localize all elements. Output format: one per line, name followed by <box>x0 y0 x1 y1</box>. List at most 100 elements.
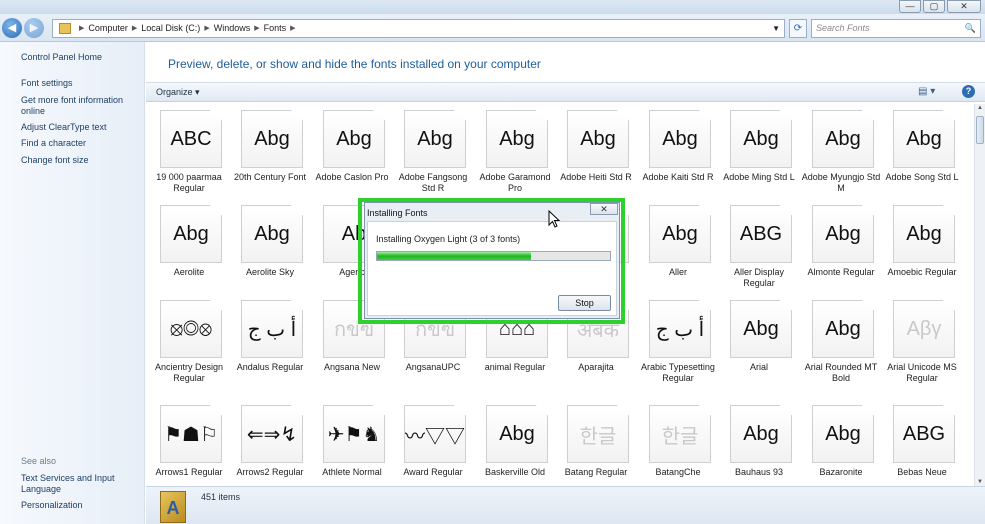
sidebar-link-more-font-info[interactable]: Get more font information online <box>21 95 136 117</box>
scroll-thumb[interactable] <box>976 116 984 144</box>
font-preview-icon: Abg <box>730 110 792 168</box>
font-tile[interactable]: Abg Bazaronite <box>802 399 880 486</box>
breadcrumb-fonts[interactable]: Fonts <box>264 20 287 37</box>
dialog-close-button[interactable]: ✕ <box>590 203 618 215</box>
font-preview-icon: Abg <box>323 110 385 168</box>
font-label: Arrows1 Regular <box>155 467 223 477</box>
address-bar[interactable]: ▶ Computer ▶ Local Disk (C:) ▶ Windows ▶… <box>52 19 785 38</box>
font-tile[interactable]: Abg Almonte Regular <box>802 199 880 293</box>
status-bar: A 451 items <box>146 486 985 524</box>
breadcrumb-separator: ▶ <box>290 25 296 32</box>
font-preview-icon: ⇐⇒↯ <box>241 405 303 463</box>
font-label: Athlete Normal <box>322 467 382 477</box>
font-preview-icon: ⚑☗⚐ <box>160 405 222 463</box>
view-options-icon[interactable]: ▤ ▾ <box>918 86 935 97</box>
address-dropdown-icon[interactable]: ▼ <box>772 20 780 37</box>
font-tile[interactable]: 한글 Batang Regular <box>557 399 635 486</box>
font-preview-icon: ABG <box>730 205 792 263</box>
font-tile[interactable]: Abg Bauhaus 93 <box>720 399 798 486</box>
font-tile[interactable]: Abg Baskerville Old <box>476 399 554 486</box>
minimize-button[interactable]: — <box>899 0 921 13</box>
font-preview-icon: ⦻◎⊗ <box>160 300 222 358</box>
font-tile[interactable]: أ ب ج Andalus Regular <box>231 294 309 388</box>
help-icon[interactable]: ? <box>962 85 975 98</box>
close-window-button[interactable]: ✕ <box>947 0 981 13</box>
font-label: 19 000 paarmaa Regular <box>156 172 222 193</box>
organize-menu[interactable]: Organize ▾ <box>156 87 200 98</box>
font-label: Ancientry Design Regular <box>154 362 224 383</box>
sidebar-link-text-services[interactable]: Text Services and Input Language <box>21 473 136 495</box>
font-preview-icon: Abg <box>241 205 303 263</box>
maximize-button[interactable]: ▢ <box>923 0 945 13</box>
breadcrumb-computer[interactable]: Computer <box>88 20 128 37</box>
font-tile[interactable]: أ ب ج Arabic Typesetting Regular <box>639 294 717 388</box>
font-label: Almonte Regular <box>807 267 875 277</box>
font-tile[interactable]: 한글 BatangChe <box>639 399 717 486</box>
font-preview-icon: أ ب ج <box>649 300 711 358</box>
stop-button[interactable]: Stop <box>558 295 611 311</box>
font-tile[interactable]: Abg Arial Rounded MT Bold <box>802 294 880 388</box>
back-button[interactable]: ◀ <box>2 18 22 38</box>
font-preview-icon: Abg <box>812 300 874 358</box>
font-preview-icon: Abg <box>730 405 792 463</box>
search-icon[interactable]: 🔍 <box>965 20 976 37</box>
font-tile[interactable]: ABC 19 000 paarmaa Regular <box>150 104 228 198</box>
font-tile[interactable]: Abg Adobe Caslon Pro <box>313 104 391 198</box>
font-label: Adobe Caslon Pro <box>315 172 389 182</box>
font-tile[interactable]: ABG Aller Display Regular <box>720 199 798 293</box>
font-label: Adobe Song Std L <box>885 172 959 182</box>
sidebar-link-personalization[interactable]: Personalization <box>21 500 136 511</box>
font-tile[interactable]: Abg Amoebic Regular <box>883 199 961 293</box>
font-label: Amoebic Regular <box>887 267 957 277</box>
font-tile[interactable]: Abg Adobe Fangsong Std R <box>394 104 472 198</box>
search-input[interactable]: Search Fonts 🔍 <box>811 19 981 38</box>
font-tile[interactable]: Abg Adobe Myungjo Std M <box>802 104 880 198</box>
font-tile[interactable]: Abg Aerolite <box>150 199 228 293</box>
font-tile[interactable]: Abg Adobe Garamond Pro <box>476 104 554 198</box>
font-label: Arabic Typesetting Regular <box>641 362 715 383</box>
breadcrumb-local-disk[interactable]: Local Disk (C:) <box>141 20 200 37</box>
font-tile[interactable]: ⦻◎⊗ Ancientry Design Regular <box>150 294 228 388</box>
sidebar-link-font-settings[interactable]: Font settings <box>21 78 136 89</box>
font-tile[interactable]: Abg Aller <box>639 199 717 293</box>
font-label: Adobe Fangsong Std R <box>398 172 468 193</box>
font-tile[interactable]: Abg Arial <box>720 294 798 388</box>
font-tile[interactable]: Αβγ Arial Unicode MS Regular <box>883 294 961 388</box>
font-preview-icon: Abg <box>649 110 711 168</box>
sidebar-link-control-panel-home[interactable]: Control Panel Home <box>21 52 136 63</box>
font-label: animal Regular <box>484 362 546 372</box>
sidebar-link-find-character[interactable]: Find a character <box>21 138 136 149</box>
font-tile[interactable]: Abg Aerolite Sky <box>231 199 309 293</box>
breadcrumb-windows[interactable]: Windows <box>214 20 251 37</box>
font-preview-icon: Abg <box>649 205 711 263</box>
font-tile[interactable]: ✈⚑♞ Athlete Normal <box>313 399 391 486</box>
font-label: Arial Rounded MT Bold <box>804 362 878 383</box>
scroll-down-icon[interactable]: ▼ <box>975 479 985 485</box>
font-preview-icon: 한글 <box>567 405 629 463</box>
font-label: Angsana New <box>323 362 381 372</box>
font-label: Arrows2 Regular <box>236 467 304 477</box>
font-preview-icon: Abg <box>160 205 222 263</box>
forward-button[interactable]: ▶ <box>24 18 44 38</box>
font-tile[interactable]: Abg 20th Century Font <box>231 104 309 198</box>
font-preview-icon: Abg <box>567 110 629 168</box>
font-label: Adobe Garamond Pro <box>479 172 551 193</box>
sidebar-link-cleartype[interactable]: Adjust ClearType text <box>21 122 136 133</box>
font-tile[interactable]: ⇐⇒↯ Arrows2 Regular <box>231 399 309 486</box>
font-tile[interactable]: Abg Adobe Song Std L <box>883 104 961 198</box>
font-tile[interactable]: ⚑☗⚐ Arrows1 Regular <box>150 399 228 486</box>
refresh-icon[interactable]: ⟳ <box>789 19 807 38</box>
font-tile[interactable]: Abg Adobe Ming Std L <box>720 104 798 198</box>
font-label: Andalus Regular <box>236 362 304 372</box>
scroll-up-icon[interactable]: ▲ <box>975 105 985 111</box>
font-tile[interactable]: Abg Adobe Kaiti Std R <box>639 104 717 198</box>
vertical-scrollbar[interactable]: ▲ ▼ <box>974 104 985 486</box>
font-tile[interactable]: ABG Bebas Neue <box>883 399 961 486</box>
sidebar-link-font-size[interactable]: Change font size <box>21 155 136 166</box>
mouse-cursor-icon <box>548 210 561 228</box>
font-label: Aparajita <box>578 362 614 372</box>
font-tile[interactable]: Abg Adobe Heiti Std R <box>557 104 635 198</box>
font-tile[interactable]: 〰▽▽ Award Regular <box>394 399 472 486</box>
font-label: Aller Display Regular <box>733 267 784 288</box>
font-label: Arial Unicode MS Regular <box>887 362 957 383</box>
